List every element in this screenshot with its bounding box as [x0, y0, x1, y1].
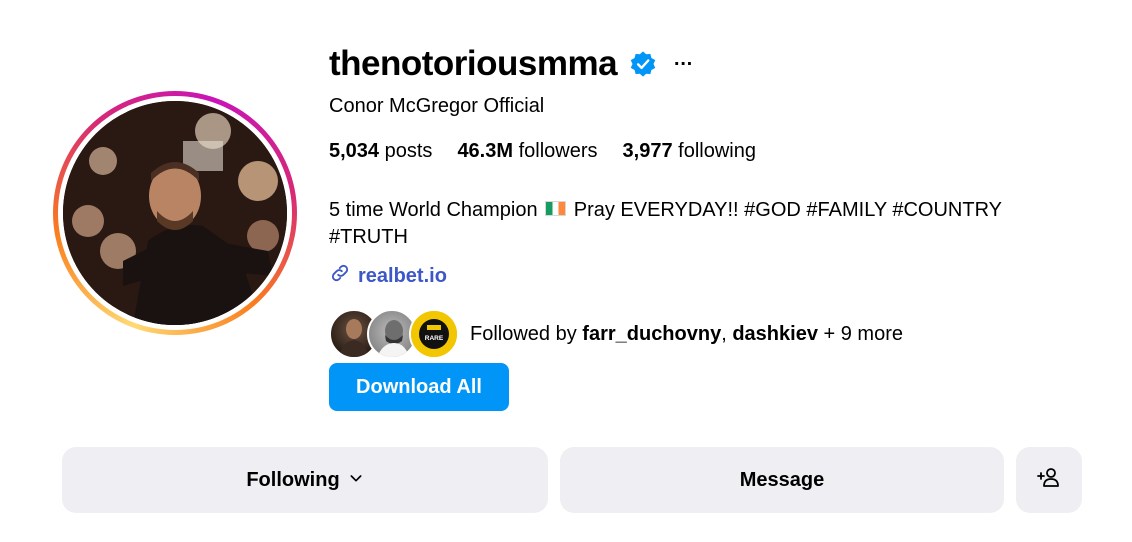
message-button[interactable]: Message	[560, 447, 1004, 513]
bio: 5 time World Champion Pray EVERYDAY!! #G…	[329, 197, 1069, 251]
following-button[interactable]: Following	[62, 447, 548, 513]
link-icon	[329, 262, 351, 290]
posts-label: posts	[384, 140, 433, 162]
following-label: following	[678, 140, 756, 162]
profile-avatar[interactable]	[63, 101, 287, 325]
bio-text-start: 5 time World Champion	[329, 199, 538, 221]
followed-by-prefix: Followed by	[470, 322, 577, 345]
following-stat[interactable]: 3,977 following	[623, 140, 756, 163]
mutual-user-1[interactable]: farr_duchovny	[582, 323, 721, 345]
avatar-ring-gap	[58, 96, 292, 330]
followers-label: followers	[518, 140, 598, 162]
mutual-separator: ,	[721, 322, 727, 345]
verified-badge-icon	[629, 50, 657, 78]
full-name: Conor McGregor Official	[329, 95, 545, 117]
followed-by[interactable]: RARE Followed by farr_duchovny, dashkiev…	[329, 309, 903, 359]
mutual-avatar-3-text: RARE	[425, 335, 444, 342]
mutual-avatars: RARE	[329, 309, 461, 359]
followed-by-text: Followed by farr_duchovny, dashkiev + 9 …	[470, 323, 903, 346]
profile-stats: 5,034 posts 46.3M followers 3,977 follow…	[329, 140, 756, 163]
username: thenotoriousmma	[329, 44, 618, 83]
profile-avatar-ring[interactable]	[53, 91, 297, 335]
add-user-icon	[1037, 465, 1061, 495]
following-count: 3,977	[622, 140, 673, 162]
posts-stat[interactable]: 5,034 posts	[329, 140, 432, 163]
followers-stat[interactable]: 46.3M followers	[457, 140, 597, 163]
ireland-flag-icon	[545, 201, 567, 216]
followers-count: 46.3M	[457, 140, 514, 162]
mutual-avatar-3: RARE	[409, 309, 459, 359]
mutual-more: + 9 more	[823, 322, 903, 345]
following-button-label: Following	[246, 468, 340, 491]
username-row: thenotoriousmma …	[329, 42, 694, 86]
download-all-button[interactable]: Download All	[329, 363, 509, 411]
more-options-icon[interactable]: …	[673, 49, 694, 69]
chevron-down-icon	[348, 469, 364, 492]
suggested-users-button[interactable]	[1016, 447, 1082, 513]
mutual-user-2[interactable]: dashkiev	[732, 323, 818, 345]
bio-link[interactable]: realbet.io	[329, 262, 447, 290]
avatar-photo-illustration	[63, 101, 287, 325]
link-text: realbet.io	[358, 264, 447, 287]
posts-count: 5,034	[329, 140, 380, 162]
